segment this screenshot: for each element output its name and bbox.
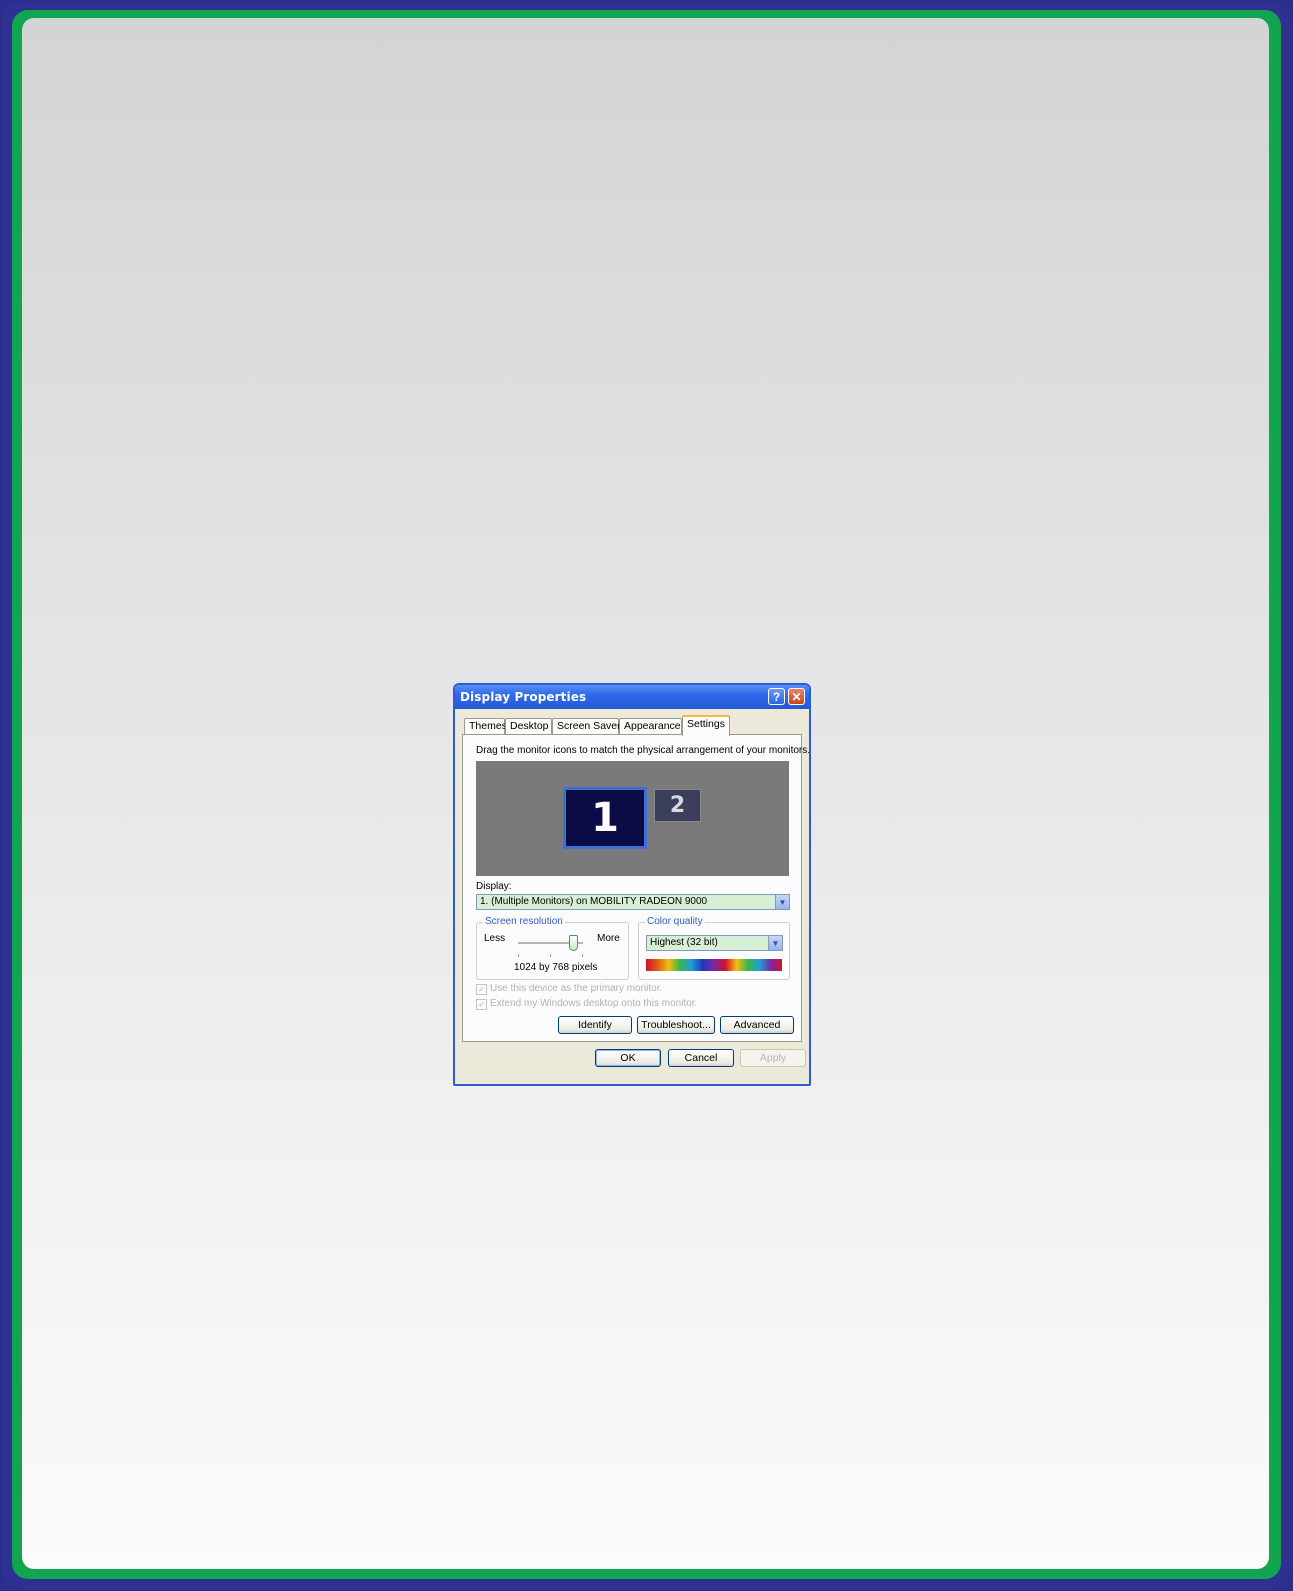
tab-desktop[interactable]: Desktop — [505, 718, 552, 735]
settings-panel: Drag the monitor icons to match the phys… — [462, 734, 809, 1042]
instruction-text: Drag the monitor icons to match the phys… — [476, 745, 811, 756]
apply-button[interactable]: Apply — [740, 1049, 806, 1067]
dialog-title: Display Properties — [460, 690, 587, 704]
display-label: Display: — [476, 881, 512, 892]
tab-screen-saver[interactable]: Screen Saver — [552, 718, 621, 735]
resolution-value: 1024 by 768 pixels — [514, 962, 598, 973]
color-quality-value: Highest (32 bit) — [650, 937, 718, 948]
extend-desktop-label: Extend my Windows desktop onto this moni… — [490, 998, 698, 1009]
monitor-2-icon[interactable]: 2 — [654, 789, 701, 822]
slider-tick — [518, 954, 519, 957]
monitor-1-icon[interactable]: 1 — [563, 787, 647, 849]
tab-settings[interactable]: Settings — [682, 715, 730, 736]
chevron-down-icon[interactable]: ▼ — [775, 895, 789, 909]
display-properties-dialog: Display Properties ? ✕ Themes Desktop Sc… — [453, 683, 811, 1086]
checkbox-check-icon: ✓ — [476, 984, 487, 995]
advanced-button[interactable]: Advanced — [720, 1016, 794, 1034]
ok-button[interactable]: OK — [595, 1049, 661, 1067]
chevron-down-icon[interactable]: ▼ — [768, 936, 782, 950]
color-quality-select[interactable]: Highest (32 bit) ▼ — [646, 935, 783, 951]
close-button[interactable]: ✕ — [788, 688, 805, 705]
screen-resolution-title: Screen resolution — [483, 916, 565, 927]
color-quality-group: Color quality Highest (32 bit) ▼ — [638, 916, 790, 980]
less-label: Less — [484, 933, 506, 944]
identify-button[interactable]: Identify — [558, 1016, 632, 1034]
display-select-value: 1. (Multiple Monitors) on MOBILITY RADEO… — [480, 896, 708, 907]
resolution-slider-thumb[interactable] — [569, 935, 578, 951]
cancel-button[interactable]: Cancel — [668, 1049, 734, 1067]
title-bar[interactable]: Display Properties ? ✕ — [455, 685, 809, 709]
primary-monitor-checkbox[interactable]: ✓ Use this device as the primary monitor. — [476, 983, 662, 995]
display-select[interactable]: 1. (Multiple Monitors) on MOBILITY RADEO… — [476, 894, 790, 910]
tab-themes[interactable]: Themes — [464, 718, 507, 735]
slider-tick — [582, 954, 583, 957]
monitor-arrangement-area: 1 2 — [476, 761, 789, 876]
more-label: More — [597, 933, 620, 944]
primary-monitor-label: Use this device as the primary monitor. — [490, 983, 663, 994]
slider-tick — [550, 954, 551, 957]
troubleshoot-button[interactable]: Troubleshoot... — [637, 1016, 715, 1034]
checkbox-check-icon: ✓ — [476, 999, 487, 1010]
tab-appearance[interactable]: Appearance — [619, 718, 682, 735]
color-quality-title: Color quality — [645, 916, 705, 927]
help-button[interactable]: ? — [768, 688, 785, 705]
extend-desktop-checkbox[interactable]: ✓ Extend my Windows desktop onto this mon… — [476, 998, 697, 1010]
color-spectrum-bar — [646, 959, 782, 971]
screen-resolution-group: Screen resolution Less More 1024 by 768 … — [476, 916, 629, 980]
